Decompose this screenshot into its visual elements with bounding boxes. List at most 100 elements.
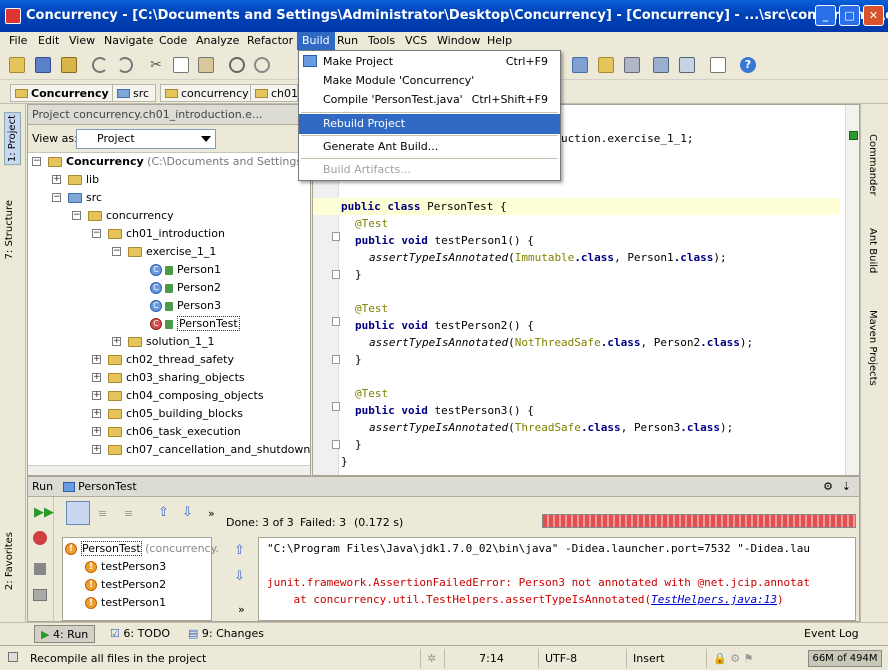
settings-icon[interactable] <box>598 57 614 73</box>
tab-favorites[interactable]: 2: Favorites <box>4 532 15 590</box>
tree-item-ch01[interactable]: ch01_introduction <box>108 225 225 243</box>
tab-project[interactable]: 1: Project <box>4 112 21 166</box>
breadcrumb-ch01[interactable]: ch01_ <box>250 84 298 102</box>
open-icon[interactable] <box>9 57 25 73</box>
tree-item-person1[interactable]: C Person1 <box>150 261 221 279</box>
gear-icon[interactable]: ⚙ <box>823 477 833 497</box>
more-icon[interactable]: » <box>238 603 245 616</box>
tree-item-ch02[interactable]: ch02_thread_safety <box>108 351 234 369</box>
tab-todo[interactable]: ☑ 6: TODO <box>104 625 176 643</box>
menu-edit[interactable]: Edit <box>33 32 64 50</box>
tree-item-ch06[interactable]: ch06_task_execution <box>108 423 241 441</box>
tab-run[interactable]: ▶ 4: Run <box>34 625 96 643</box>
menu-vcs[interactable]: VCS <box>400 32 432 50</box>
fold-marker-icon[interactable] <box>332 440 340 449</box>
menu-item-compile[interactable]: Compile 'PersonTest.java' Ctrl+Shift+F9 <box>299 90 560 110</box>
test-suite-persontest[interactable]: ! PersonTest (concurrency. <box>65 540 219 558</box>
sort-icon[interactable]: ≡ <box>98 507 107 520</box>
collapse-toggle[interactable]: − <box>92 229 101 238</box>
arrow-down-icon[interactable]: ⇩ <box>182 505 193 520</box>
expand-toggle[interactable]: + <box>92 391 101 400</box>
replace-icon[interactable] <box>254 57 270 73</box>
vcs-icon[interactable] <box>624 57 640 73</box>
arrow-up-icon[interactable]: ⇧ <box>234 543 245 558</box>
tree-item-concurrency[interactable]: Concurrency (C:\Documents and Settings\A… <box>48 153 310 171</box>
stack-trace-link[interactable]: TestHelpers.java:13 <box>651 593 777 606</box>
arrow-down-icon[interactable]: ⇩ <box>234 569 245 584</box>
expand-toggle[interactable]: + <box>92 445 101 454</box>
tab-commander[interactable]: Commander <box>867 134 878 196</box>
more-icon[interactable]: » <box>208 507 215 520</box>
memory-indicator[interactable]: 66M of 494M <box>808 650 882 667</box>
breadcrumb-src[interactable]: src <box>112 84 157 102</box>
menu-item-make-project[interactable]: Make Project Ctrl+F9 <box>299 52 560 72</box>
arrow-up-icon[interactable]: ⇧ <box>158 505 169 520</box>
view-as-select[interactable]: Project <box>76 129 216 149</box>
fold-marker-icon[interactable] <box>332 402 340 411</box>
menu-file[interactable]: File <box>4 32 32 50</box>
tab-changes[interactable]: ▤ 9: Changes <box>182 625 270 643</box>
test-item-testperson2[interactable]: ! testPerson2 <box>85 576 166 594</box>
maximize-button[interactable]: □ <box>839 5 860 26</box>
tree-item-person2[interactable]: C Person2 <box>150 279 221 297</box>
stop-icon[interactable] <box>34 563 46 575</box>
plugin-icon[interactable] <box>679 57 695 73</box>
test-item-testperson1[interactable]: ! testPerson1 <box>85 594 166 612</box>
fold-marker-icon[interactable] <box>332 355 340 364</box>
tree-item-lib[interactable]: lib <box>68 171 99 189</box>
menu-code[interactable]: Code <box>154 32 192 50</box>
menu-analyze[interactable]: Analyze <box>191 32 244 50</box>
tab-maven-projects[interactable]: Maven Projects <box>867 310 878 386</box>
tree-item-solution[interactable]: solution_1_1 <box>128 333 215 351</box>
tools-icon[interactable] <box>653 57 669 73</box>
menu-refactor[interactable]: Refactor <box>242 32 298 50</box>
tree-item-person3[interactable]: C Person3 <box>150 297 221 315</box>
lock-icon[interactable]: 🔒 ⚙ ⚑ <box>706 649 806 668</box>
menu-window[interactable]: Window <box>432 32 485 50</box>
hide-panel-icon[interactable]: ⇣ <box>842 477 851 497</box>
expand-toggle[interactable]: + <box>92 373 101 382</box>
fold-marker-icon[interactable] <box>332 270 340 279</box>
console-output[interactable]: "C:\Program Files\Java\jdk1.7.0_02\bin\j… <box>258 537 856 621</box>
save-icon[interactable] <box>35 57 51 73</box>
paste-icon[interactable] <box>198 57 214 73</box>
menu-item-generate-ant-build[interactable]: Generate Ant Build... <box>299 137 560 157</box>
filter-icon[interactable] <box>66 501 90 525</box>
help-icon[interactable]: ? <box>740 57 756 73</box>
tree-item-ch05[interactable]: ch05_building_blocks <box>108 405 243 423</box>
collapse-toggle[interactable]: − <box>112 247 121 256</box>
expand-toggle[interactable]: + <box>92 355 101 364</box>
undo-icon[interactable] <box>92 57 108 73</box>
menu-navigate[interactable]: Navigate <box>99 32 158 50</box>
tree-item-ch03[interactable]: ch03_sharing_objects <box>108 369 245 387</box>
editor-scrollbar[interactable] <box>845 105 859 475</box>
tab-structure[interactable]: 7: Structure <box>4 200 15 259</box>
tree-item-src[interactable]: src <box>68 189 102 207</box>
test-item-testperson3[interactable]: ! testPerson3 <box>85 558 166 576</box>
rerun-icon[interactable]: ▶▶ <box>34 505 54 520</box>
menu-item-rebuild-project[interactable]: Rebuild Project <box>299 114 560 134</box>
tree-item-ch07[interactable]: ch07_cancellation_and_shutdown <box>108 441 310 459</box>
collapse-all-icon[interactable]: ≡ <box>124 507 133 520</box>
expand-toggle[interactable]: + <box>92 409 101 418</box>
menu-run[interactable]: Run <box>332 32 363 50</box>
tab-ant-build[interactable]: Ant Build <box>867 228 878 273</box>
cut-icon[interactable]: ✂ <box>148 57 164 73</box>
expand-toggle[interactable]: + <box>52 175 61 184</box>
tree-item-package-concurrency[interactable]: concurrency <box>88 207 174 225</box>
menu-item-build-artifacts[interactable]: Build Artifacts... <box>299 160 560 180</box>
event-log-button[interactable]: Event Log <box>798 625 865 643</box>
collapse-toggle[interactable]: − <box>32 157 41 166</box>
fold-marker-icon[interactable] <box>332 232 340 241</box>
redo-icon[interactable] <box>117 57 133 73</box>
expand-toggle[interactable]: + <box>112 337 121 346</box>
tree-item-exercise[interactable]: exercise_1_1 <box>128 243 216 261</box>
menu-help[interactable]: Help <box>482 32 517 50</box>
collapse-toggle[interactable]: − <box>72 211 81 220</box>
breadcrumb-project[interactable]: Concurrency <box>10 84 116 102</box>
find-icon[interactable] <box>229 57 245 73</box>
collapse-toggle[interactable]: − <box>52 193 61 202</box>
minimize-button[interactable]: _ <box>815 5 836 26</box>
tree-item-ch04[interactable]: ch04_composing_objects <box>108 387 264 405</box>
sync-icon[interactable] <box>61 57 77 73</box>
